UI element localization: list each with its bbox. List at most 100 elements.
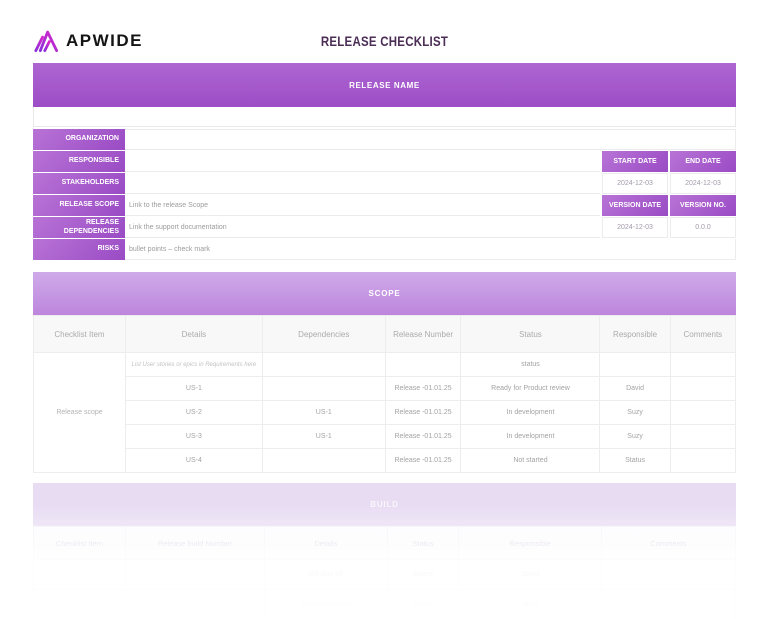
page-header: APWIDE RELEASE CHECKLIST	[33, 0, 736, 63]
scope-row: US-4 Release -01.01.25 Not started Statu…	[34, 448, 737, 473]
scope-dependencies-cell: US-1	[261, 400, 386, 425]
scope-col-responsible: Responsible	[599, 315, 671, 353]
build-status-cell: Status	[386, 559, 460, 590]
scope-row: US-2 US-1 Release -01.01.25 In developme…	[34, 400, 737, 425]
version-no-value[interactable]: 0.0.0	[670, 217, 736, 238]
info-row-responsible: RESPONSIBLE START DATE END DATE	[33, 151, 736, 172]
scope-col-details: Details	[124, 315, 263, 353]
build-header-row: Checklist Item Release build Number Deta…	[33, 526, 737, 560]
build-responsible-cell: Suzy	[458, 589, 602, 619]
info-row-release-dependencies: RELEASE DEPENDENCIES Link the support do…	[33, 217, 736, 238]
scope-details-cell: List User stories or epics in Requiremen…	[124, 352, 263, 377]
build-row: QA sign off Status David	[33, 559, 737, 590]
scope-status-cell: In development	[460, 424, 601, 449]
scope-responsible-cell[interactable]	[599, 352, 671, 377]
build-table: Checklist Item Release build Number Deta…	[33, 526, 737, 619]
build-col-details: Details	[263, 526, 388, 560]
risks-label: RISKS	[33, 239, 125, 260]
scope-responsible-cell: Suzy	[599, 424, 671, 449]
build-col-release-build-number: Release build Number	[124, 526, 265, 560]
build-comments-cell	[600, 589, 737, 619]
scope-details-cell: US-4	[124, 448, 263, 473]
build-col-status: Status	[386, 526, 460, 560]
responsible-field[interactable]	[125, 151, 600, 172]
build-details-cell: Automated tests	[263, 589, 388, 619]
scope-col-dependencies: Dependencies	[261, 315, 386, 353]
build-number-cell	[124, 589, 265, 619]
build-section-title: BUILD	[370, 500, 399, 509]
scope-release-number-cell: Release -01.01.25	[384, 448, 462, 473]
build-section-banner: BUILD	[33, 483, 736, 526]
scope-comments-cell[interactable]	[669, 448, 737, 473]
scope-status-cell: In development	[460, 400, 601, 425]
organization-field[interactable]	[125, 129, 736, 150]
scope-dependencies-cell: US-1	[261, 424, 386, 449]
start-date-header: START DATE	[602, 151, 668, 172]
scope-header-row: Checklist Item Details Dependencies Rele…	[33, 315, 737, 353]
scope-comments-cell[interactable]	[669, 400, 737, 425]
info-row-release-scope: RELEASE SCOPE Link to the release Scope …	[33, 195, 736, 216]
scope-release-number-cell[interactable]	[384, 352, 462, 377]
scope-row: US-3 US-1 Release -01.01.25 In developme…	[34, 424, 737, 449]
scope-section-banner: SCOPE	[33, 272, 736, 315]
scope-section-title: SCOPE	[368, 289, 401, 298]
scope-col-status: Status	[460, 315, 601, 353]
scope-release-number-cell: Release -01.01.25	[384, 424, 462, 449]
build-number-cell	[124, 559, 265, 590]
release-scope-label: RELEASE SCOPE	[33, 195, 125, 216]
info-row-organization: ORGANIZATION	[33, 129, 736, 150]
build-col-responsible: Responsible	[458, 526, 602, 560]
build-checklist-cell	[33, 589, 126, 619]
scope-dependencies-cell[interactable]	[261, 448, 386, 473]
build-details-cell: QA sign off	[263, 559, 388, 590]
scope-responsible-cell: Status	[599, 448, 671, 473]
build-comments-cell	[600, 559, 737, 590]
scope-status-cell: status	[460, 352, 601, 377]
release-scope-link[interactable]: Link to the release Scope	[125, 195, 600, 216]
build-checklist-cell	[33, 559, 126, 590]
scope-comments-cell[interactable]	[669, 424, 737, 449]
scope-col-release-number: Release Number	[384, 315, 462, 353]
info-row-stakeholders: STAKEHOLDERS 2024-12-03 2024-12-03	[33, 173, 736, 194]
build-col-checklist-item: Checklist Item	[33, 526, 126, 560]
release-checklist-page: APWIDE RELEASE CHECKLIST RELEASE NAME OR…	[0, 0, 768, 619]
scope-release-number-cell: Release -01.01.25	[384, 400, 462, 425]
end-date-value[interactable]: 2024-12-03	[670, 173, 736, 194]
scope-row: Release scope List User stories or epics…	[33, 352, 737, 473]
release-name-field[interactable]	[33, 107, 736, 127]
scope-status-cell: Not started	[460, 448, 601, 473]
apwide-triangle-icon	[33, 28, 60, 53]
stakeholders-field[interactable]	[125, 173, 600, 194]
scope-comments-cell[interactable]	[669, 376, 737, 401]
scope-dependencies-cell[interactable]	[261, 352, 386, 377]
build-status-cell: Done	[386, 589, 460, 619]
release-info-grid: ORGANIZATION RESPONSIBLE START DATE END …	[33, 129, 736, 260]
scope-dependencies-cell[interactable]	[261, 376, 386, 401]
build-row: Automated tests Done Suzy	[33, 589, 737, 619]
scope-row: US-1 Release -01.01.25 Ready for Product…	[34, 376, 737, 401]
start-date-value[interactable]: 2024-12-03	[602, 173, 668, 194]
scope-details-cell: US-3	[124, 424, 263, 449]
version-date-value[interactable]: 2024-12-03	[602, 217, 668, 238]
build-col-comments: Comments	[600, 526, 737, 560]
scope-col-checklist-item: Checklist Item	[33, 315, 126, 353]
version-no-header: VERSION NO.	[670, 195, 736, 216]
scope-status-cell: Ready for Product review	[460, 376, 601, 401]
risks-field[interactable]: bullet points – check mark	[125, 239, 736, 260]
scope-responsible-cell: David	[599, 376, 671, 401]
scope-comments-cell[interactable]	[669, 352, 737, 377]
end-date-header: END DATE	[670, 151, 736, 172]
scope-responsible-cell: Suzy	[599, 400, 671, 425]
release-name-label: RELEASE NAME	[349, 80, 420, 90]
release-name-banner: RELEASE NAME	[33, 63, 736, 107]
scope-group-cell: Release scope	[33, 352, 126, 473]
release-dependencies-label: RELEASE DEPENDENCIES	[33, 217, 125, 238]
build-responsible-cell: David	[458, 559, 602, 590]
info-row-risks: RISKS bullet points – check mark	[33, 239, 736, 260]
scope-col-comments: Comments	[669, 315, 737, 353]
release-dependencies-link[interactable]: Link the support documentation	[125, 217, 600, 238]
scope-release-number-cell: Release -01.01.25	[384, 376, 462, 401]
scope-table: Checklist Item Details Dependencies Rele…	[33, 315, 737, 473]
organization-label: ORGANIZATION	[33, 129, 125, 150]
responsible-label: RESPONSIBLE	[33, 151, 125, 172]
